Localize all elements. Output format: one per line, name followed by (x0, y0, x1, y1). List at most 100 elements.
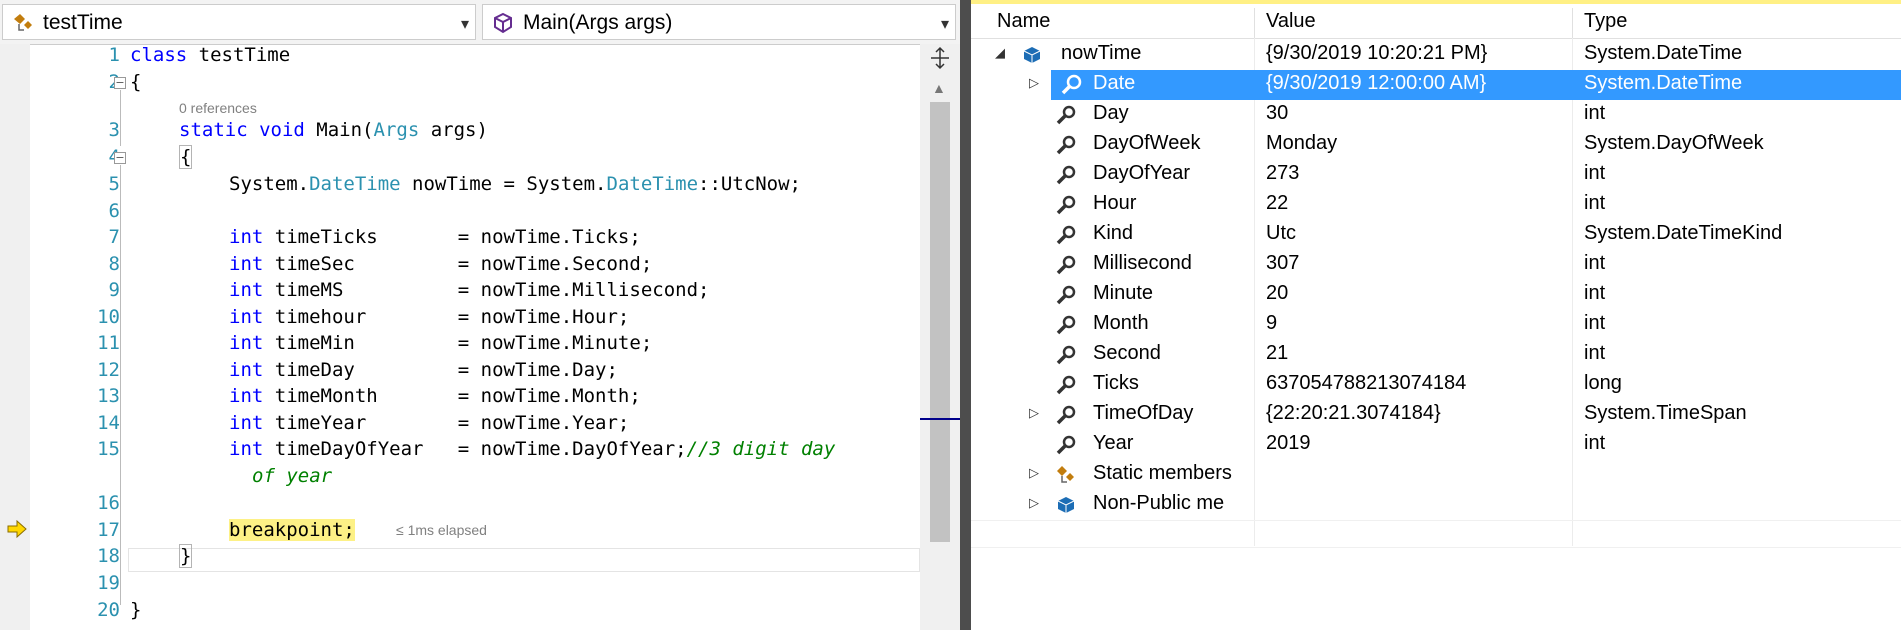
watch-type: int (1584, 312, 1606, 334)
class-dropdown-label: testTime (43, 11, 123, 34)
watch-name: Static members (1093, 462, 1232, 484)
watch-value: 20 (1266, 282, 1289, 304)
method-cube-icon (494, 12, 512, 34)
collapse-toggle-icon[interactable]: − (114, 77, 126, 89)
watch-value: {9/30/2019 12:00:00 AM} (1266, 72, 1487, 94)
watch-window[interactable]: Name Value Type ◢ nowTime {9/30/2019 10:… (971, 0, 1901, 630)
column-header-name[interactable]: Name (997, 10, 1050, 33)
watch-name: Day (1093, 102, 1129, 124)
watch-value: 30 (1266, 102, 1289, 124)
watch-value: 9 (1266, 312, 1278, 334)
code-line-12: int timeDay = nowTime.Day; (229, 359, 618, 381)
column-header-value[interactable]: Value (1266, 10, 1316, 33)
watch-row-year[interactable]: Year 2019 int (971, 430, 1901, 460)
column-divider[interactable] (1254, 8, 1255, 38)
watch-row-non-public-members[interactable]: ▷ Non-Public me (971, 490, 1901, 520)
wrench-icon (1061, 74, 1082, 95)
watch-name: Kind (1093, 222, 1134, 244)
perftip-elapsed[interactable]: ≤ 1ms elapsed (396, 522, 487, 538)
grid-line (971, 520, 1901, 521)
watch-name: Millisecond (1093, 252, 1192, 274)
code-line-11: int timeMin = nowTime.Minute; (229, 332, 653, 354)
watch-row-minute[interactable]: Minute 20 int (971, 280, 1901, 310)
expand-arrow-icon[interactable]: ▷ (1029, 406, 1039, 421)
navigation-bar: testTime ▾ Main(Args args) ▾ (0, 0, 960, 45)
variable-cube-icon (1057, 497, 1075, 513)
class-dropdown[interactable]: testTime ▾ (2, 4, 476, 40)
pane-divider[interactable] (960, 0, 971, 630)
watch-type: int (1584, 162, 1606, 184)
watch-row-nowtime[interactable]: ◢ nowTime {9/30/2019 10:20:21 PM} System… (971, 40, 1901, 70)
code-line-14: int timeYear = nowTime.Year; (229, 412, 630, 434)
code-line-17: breakpoint; (229, 519, 355, 541)
code-line-2: { (130, 71, 142, 93)
collapse-toggle-icon[interactable]: − (114, 152, 126, 164)
code-line-18: } (179, 544, 193, 568)
grid-line (971, 547, 1901, 548)
wrench-icon (1056, 165, 1076, 185)
static-members-icon (1057, 466, 1074, 483)
outline-guide (120, 165, 121, 605)
watch-row-timeofday[interactable]: ▷ TimeOfDay {22:20:21.3074184} System.Ti… (971, 400, 1901, 430)
watch-type: System.DateTime (1584, 72, 1743, 94)
watch-row-empty[interactable] (971, 520, 1901, 550)
watch-value: {22:20:21.3074184} (1266, 402, 1441, 424)
codelens-references[interactable]: 0 references (179, 100, 257, 116)
watch-value: 307 (1266, 252, 1300, 274)
watch-name: Hour (1093, 192, 1137, 214)
wrench-icon (1056, 405, 1076, 425)
watch-type: int (1584, 252, 1606, 274)
column-divider[interactable] (1572, 8, 1573, 38)
watch-type: int (1584, 192, 1606, 214)
wrench-icon (1056, 375, 1076, 395)
expand-arrow-icon[interactable]: ▷ (1029, 76, 1039, 91)
watch-row-day[interactable]: Day 30 int (971, 100, 1901, 130)
watch-row-second[interactable]: Second 21 int (971, 340, 1901, 370)
code-line-3: static void Main(Args args) (179, 119, 488, 141)
watch-row-ticks[interactable]: Ticks 637054788213074184 long (971, 370, 1901, 400)
collapse-arrow-icon[interactable]: ◢ (995, 46, 1005, 61)
watch-name: Non-Public me (1093, 492, 1225, 514)
vertical-scrollbar[interactable]: ▲ (920, 44, 960, 630)
code-area[interactable]: − − class testTime { 0 references static… (0, 44, 920, 630)
caret-position-marker (920, 418, 960, 420)
watch-type: int (1584, 102, 1606, 124)
expand-arrow-icon[interactable]: ▷ (1029, 496, 1039, 511)
watch-value: 637054788213074184 (1266, 372, 1467, 394)
watch-row-hour[interactable]: Hour 22 int (971, 190, 1901, 220)
outline-guide (120, 90, 121, 146)
scroll-up-icon[interactable]: ▲ (932, 80, 946, 96)
watch-type: long (1584, 372, 1622, 394)
watch-row-date[interactable]: Date {9/30/2019 12:00:00 AM} System.Date… (1051, 70, 1901, 100)
watch-type: System.DateTime (1584, 42, 1743, 64)
member-dropdown[interactable]: Main(Args args) ▾ (482, 4, 956, 40)
code-line-8: int timeSec = nowTime.Second; (229, 253, 653, 275)
watch-type: int (1584, 282, 1606, 304)
watch-value: 22 (1266, 192, 1289, 214)
wrench-icon (1056, 435, 1076, 455)
watch-name: TimeOfDay (1093, 402, 1194, 424)
watch-name: Second (1093, 342, 1161, 364)
split-window-icon[interactable] (928, 46, 952, 70)
watch-name: Ticks (1093, 372, 1139, 394)
watch-type: System.DateTimeKind (1584, 222, 1783, 244)
column-header-type[interactable]: Type (1584, 10, 1627, 33)
code-line-20: } (130, 599, 142, 621)
watch-row-month[interactable]: Month 9 int (971, 310, 1901, 340)
wrench-icon (1056, 195, 1076, 215)
watch-row-kind[interactable]: Kind Utc System.DateTimeKind (971, 220, 1901, 250)
watch-name: DayOfWeek (1093, 132, 1201, 154)
watch-name: Year (1093, 432, 1134, 454)
wrench-icon (1056, 105, 1076, 125)
chevron-down-icon: ▾ (460, 16, 469, 33)
wrench-icon (1056, 225, 1076, 245)
expand-arrow-icon[interactable]: ▷ (1029, 466, 1039, 481)
watch-row-static-members[interactable]: ▷ Static members (971, 460, 1901, 490)
watch-row-dayofweek[interactable]: DayOfWeek Monday System.DayOfWeek (971, 130, 1901, 160)
watch-row-dayofyear[interactable]: DayOfYear 273 int (971, 160, 1901, 190)
watch-row-millisecond[interactable]: Millisecond 307 int (971, 250, 1901, 280)
watch-value: 273 (1266, 162, 1300, 184)
scrollbar-thumb[interactable] (930, 102, 950, 542)
code-editor[interactable]: testTime ▾ Main(Args args) ▾ 1 2 3 4 5 6… (0, 0, 960, 630)
breakpoint-highlight: breakpoint; (229, 519, 355, 541)
